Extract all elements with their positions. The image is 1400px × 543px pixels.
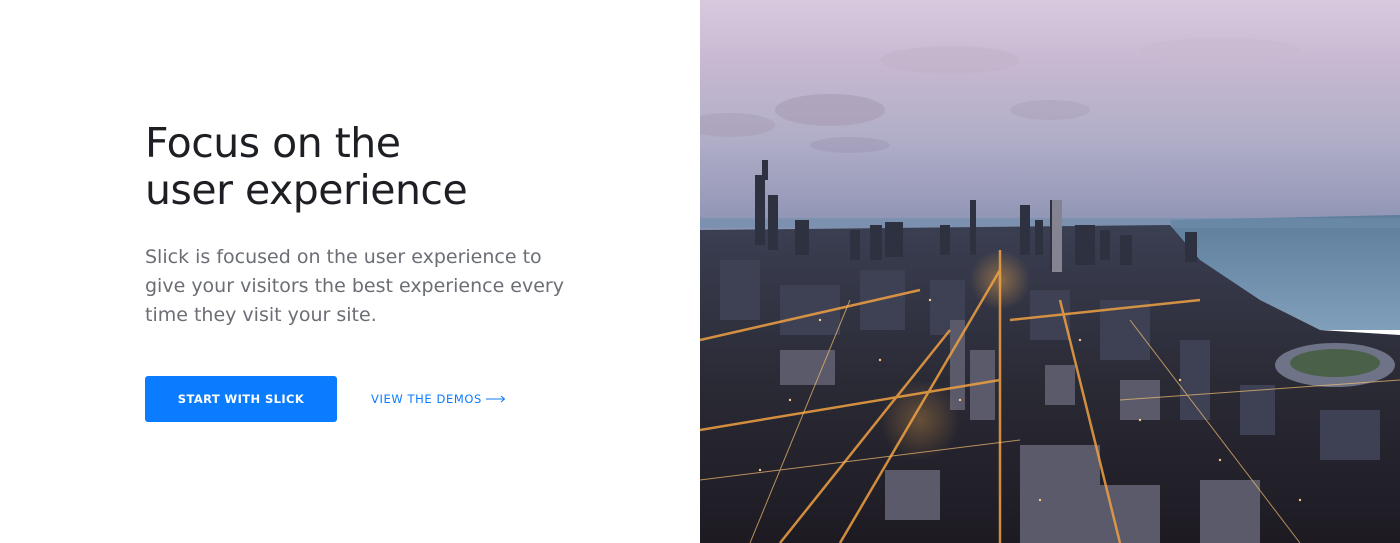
hero-headline-line-2: user experience (145, 166, 468, 214)
hero-section: Focus on the user experience Slick is fo… (0, 0, 1400, 543)
hero-content: Focus on the user experience Slick is fo… (145, 120, 615, 422)
hero-description: Slick is focused on the user experience … (145, 246, 564, 326)
city-skyline-image (700, 0, 1400, 543)
city-skyline-photo (700, 0, 1400, 543)
long-arrow-right-icon (485, 392, 506, 406)
hero-headline: Focus on the user experience (145, 120, 615, 214)
start-with-slick-button[interactable]: START WITH SLICK (145, 376, 337, 422)
hero-headline-line-1: Focus on the (145, 119, 401, 167)
view-demos-link[interactable]: VIEW THE DEMOS (371, 392, 506, 406)
view-demos-label: VIEW THE DEMOS (371, 392, 482, 406)
hero-actions: START WITH SLICK VIEW THE DEMOS (145, 376, 615, 422)
hero-text-panel: Focus on the user experience Slick is fo… (0, 0, 700, 543)
